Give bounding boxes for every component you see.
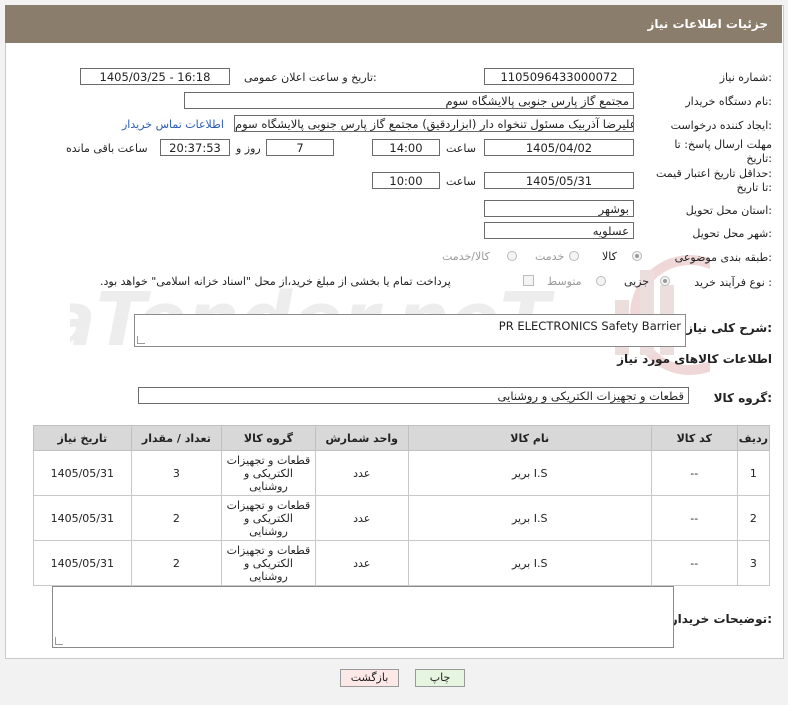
goods-qty: 3 <box>130 450 223 496</box>
price-date-field: 1405/05/31 <box>484 172 634 189</box>
buyer-label: نام دستگاه خریدار: <box>685 95 772 108</box>
days-label: روز و <box>236 142 261 155</box>
col-code: کد کالا <box>650 425 738 451</box>
announce-field: 1405/03/25 - 16:18 <box>80 68 230 85</box>
buyer-notes-label: توضیحات خریدار: <box>670 612 772 626</box>
col-unit: واحد شمارش <box>314 425 409 451</box>
deadline-time-label: ساعت <box>446 142 476 155</box>
col-qty: تعداد / مقدار <box>130 425 223 451</box>
print-button[interactable]: چاپ <box>415 669 465 687</box>
buyer-contact-link[interactable]: اطلاعات تماس خریدار <box>122 118 224 131</box>
row-number: 3 <box>736 540 771 586</box>
remaining-time-field: 20:37:53 <box>160 139 230 156</box>
need-number-label: شماره نیاز: <box>719 71 772 84</box>
creator-field: علیرضا آذربیک مسئول تنخواه دار (ابزاردقی… <box>234 115 634 132</box>
table-row: 2 -- I.S بریر عدد قطعات و تجهیزات الکتری… <box>33 495 771 541</box>
remaining-label: ساعت باقی مانده <box>66 142 148 155</box>
table-row: 1 -- I.S بریر عدد قطعات و تجهیزات الکتری… <box>33 450 771 496</box>
process-option-minor: جزیی <box>624 275 650 288</box>
goods-qty: 2 <box>130 495 223 541</box>
city-label: شهر محل تحویل: <box>692 227 772 240</box>
treasury-payment-checkbox[interactable] <box>523 275 534 286</box>
goods-group-label: گروه کالا: <box>713 391 772 405</box>
days-field: 7 <box>266 139 334 156</box>
deadline-label-date: تاریخ: <box>746 152 772 165</box>
deadline-label: مهلت ارسال پاسخ: تا <box>674 138 772 151</box>
resize-grip-icon <box>55 637 63 645</box>
buyer-field: مجتمع گاز پارس جنوبی پالایشگاه سوم <box>184 92 634 109</box>
category-label: طبقه بندی موضوعی: <box>674 251 772 264</box>
description-field: PR ELECTRONICS Safety Barrier <box>134 314 686 347</box>
price-time-field: 10:00 <box>372 172 440 189</box>
page-header: جزئیات اطلاعات نیاز <box>5 5 782 43</box>
deadline-date-field: 1405/04/02 <box>484 139 634 156</box>
page-title: جزئیات اطلاعات نیاز <box>647 17 768 31</box>
need-date: 1405/05/31 <box>33 450 132 496</box>
goods-group: قطعات و تجهیزات الکتریکی و روشنایی <box>221 450 316 496</box>
table-row: 3 -- I.S بریر عدد قطعات و تجهیزات الکتری… <box>33 540 771 586</box>
announce-label: تاریخ و ساعت اعلان عمومی: <box>244 71 377 84</box>
col-group: گروه کالا <box>221 425 316 451</box>
need-date: 1405/05/31 <box>33 540 132 586</box>
resize-grip-icon <box>137 336 145 344</box>
goods-group: قطعات و تجهیزات الکتریکی و روشنایی <box>221 540 316 586</box>
description-label: شرح کلی نیاز: <box>686 321 772 335</box>
goods-unit: عدد <box>314 540 409 586</box>
province-label: استان محل تحویل: <box>685 204 772 217</box>
goods-group: قطعات و تجهیزات الکتریکی و روشنایی <box>221 495 316 541</box>
row-number: 2 <box>736 495 771 541</box>
goods-code: -- <box>650 450 738 496</box>
city-field: عسلویه <box>484 222 634 239</box>
items-table: ردیف کد کالا نام کالا واحد شمارش گروه کا… <box>33 425 771 586</box>
goods-code: -- <box>650 540 738 586</box>
province-field: بوشهر <box>484 200 634 217</box>
goods-code: -- <box>650 495 738 541</box>
goods-unit: عدد <box>314 495 409 541</box>
price-validity-label-date: تا تاریخ: <box>736 181 772 194</box>
category-option-service: خدمت <box>535 250 565 263</box>
goods-name: I.S بریر <box>407 450 652 496</box>
goods-qty: 2 <box>130 540 223 586</box>
col-row: ردیف <box>736 425 771 451</box>
process-radio-minor[interactable] <box>660 276 670 286</box>
process-radio-medium[interactable] <box>596 276 606 286</box>
buyer-notes-field <box>52 586 674 648</box>
category-radio-service[interactable] <box>569 251 579 261</box>
goods-section-title: اطلاعات کالاهای مورد نیاز <box>617 352 772 366</box>
deadline-time-field: 14:00 <box>372 139 440 156</box>
col-name: نام کالا <box>407 425 652 451</box>
category-radio-goods-service[interactable] <box>507 251 517 261</box>
goods-unit: عدد <box>314 450 409 496</box>
category-radio-goods[interactable] <box>632 251 642 261</box>
goods-name: I.S بریر <box>407 495 652 541</box>
row-number: 1 <box>736 450 771 496</box>
need-number-field: 1105096433000072 <box>484 68 634 85</box>
goods-name: I.S بریر <box>407 540 652 586</box>
category-option-goods: کالا <box>602 250 617 263</box>
process-label: نوع فرآیند خرید : <box>694 276 772 289</box>
description-text: PR ELECTRONICS Safety Barrier <box>498 319 681 333</box>
process-option-medium: متوسط <box>547 275 582 288</box>
creator-label: ایجاد کننده درخواست: <box>670 119 772 132</box>
price-validity-label: حداقل تاریخ اعتبار قیمت: <box>656 167 772 180</box>
price-time-label: ساعت <box>446 175 476 188</box>
category-option-goods-service: کالا/خدمت <box>442 250 490 263</box>
treasury-payment-note: پرداخت تمام یا بخشی از مبلغ خرید،از محل … <box>100 275 451 288</box>
col-date: تاریخ نیاز <box>33 425 132 451</box>
table-header-row: ردیف کد کالا نام کالا واحد شمارش گروه کا… <box>33 425 771 451</box>
back-button[interactable]: بازگشت <box>340 669 399 687</box>
goods-group-field: قطعات و تجهیزات الکتریکی و روشنایی <box>138 387 689 404</box>
need-date: 1405/05/31 <box>33 495 132 541</box>
